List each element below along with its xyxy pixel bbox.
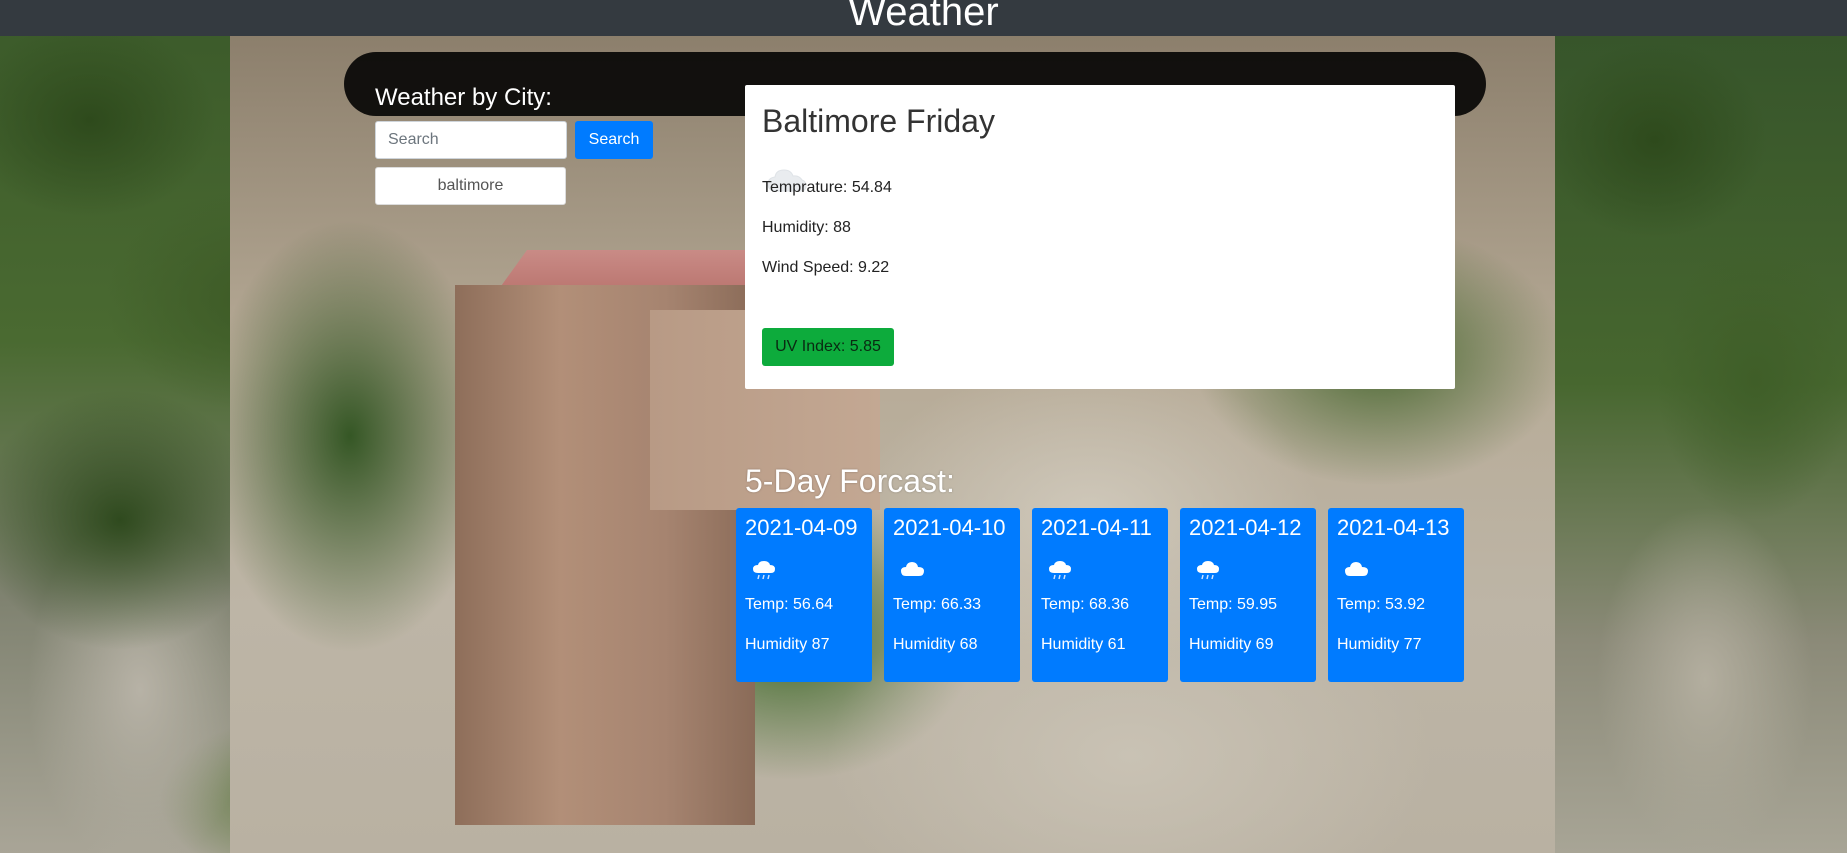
forecast-date: 2021-04-11 <box>1041 515 1152 540</box>
forecast-humidity: Humidity 61 <box>1041 636 1126 653</box>
forecast-humidity: Humidity 68 <box>893 636 978 653</box>
rain-cloud-icon <box>1197 561 1219 580</box>
rain-cloud-icon <box>753 561 775 580</box>
current-city-title: Baltimore Friday <box>762 103 995 139</box>
cloud-icon <box>1345 562 1368 576</box>
search-input[interactable] <box>375 121 567 159</box>
forecast-date: 2021-04-12 <box>1189 515 1302 540</box>
forecast-card: 2021-04-09 Temp: 56.64 Humidity 87 <box>736 508 872 682</box>
forecast-date: 2021-04-09 <box>745 515 858 540</box>
navbar: Weather <box>0 0 1847 36</box>
forecast-humidity: Humidity 77 <box>1337 636 1422 653</box>
rain-cloud-icon <box>1049 561 1071 580</box>
forecast-humidity: Humidity 87 <box>745 636 830 653</box>
forecast-date: 2021-04-13 <box>1337 515 1450 540</box>
forecast-temp: Temp: 56.64 <box>745 596 834 613</box>
current-weather-card: Baltimore Friday Temprature: 54.84 Humid… <box>745 85 1455 389</box>
current-humidity: Humidity: 88 <box>762 219 851 236</box>
uv-index-badge: UV Index: 5.85 <box>762 328 894 366</box>
current-wind-speed: Wind Speed: 9.22 <box>762 259 890 276</box>
forecast-temp: Temp: 68.36 <box>1041 596 1130 613</box>
forecast-temp: Temp: 59.95 <box>1189 596 1278 613</box>
forecast-temp: Temp: 53.92 <box>1337 596 1426 613</box>
forecast-date: 2021-04-10 <box>893 515 1006 540</box>
search-heading: Weather by City: <box>375 84 552 111</box>
forecast-card: 2021-04-13 Temp: 53.92 Humidity 77 <box>1328 508 1464 682</box>
cloud-icon <box>901 562 924 576</box>
forecast-card: 2021-04-11 Temp: 68.36 Humidity 61 <box>1032 508 1168 682</box>
forecast-heading: 5-Day Forcast: <box>745 463 955 499</box>
history-item-baltimore[interactable]: baltimore <box>375 167 566 205</box>
background-right <box>1555 0 1847 853</box>
page-title: Weather <box>848 0 999 34</box>
current-temperature: Temprature: 54.84 <box>762 179 892 196</box>
forecast-card: 2021-04-10 Temp: 66.33 Humidity 68 <box>884 508 1020 682</box>
search-button[interactable]: Search <box>575 121 653 159</box>
forecast-card: 2021-04-12 Temp: 59.95 Humidity 69 <box>1180 508 1316 682</box>
forecast-humidity: Humidity 69 <box>1189 636 1274 653</box>
forecast-temp: Temp: 66.33 <box>893 596 982 613</box>
